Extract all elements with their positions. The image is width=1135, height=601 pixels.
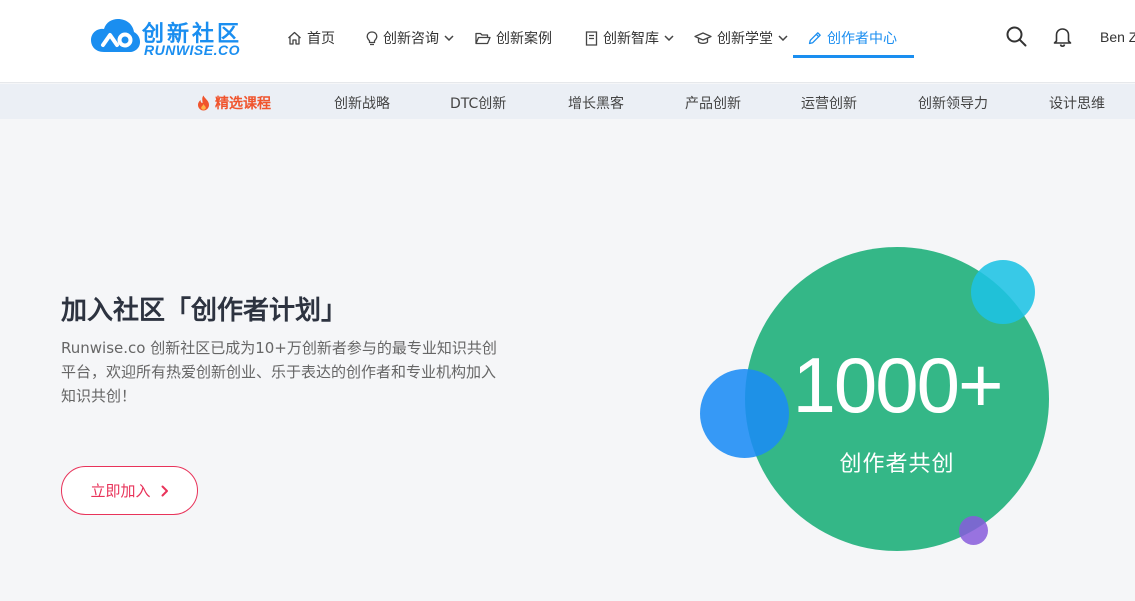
nav-item-label: 首页: [307, 31, 335, 47]
active-tab-indicator: [793, 55, 914, 58]
nav-item-label: 创新智库: [603, 31, 659, 47]
cloud-logo-icon: [91, 19, 140, 52]
fire-icon: [198, 95, 209, 111]
subnav-item-strategy[interactable]: 创新战略: [334, 93, 390, 113]
top-header: 创新社区 RUNWISE.CO 首页 创新咨询 创新案例 创新智库 创新学堂 创…: [0, 0, 1135, 83]
subnav-item-product[interactable]: 产品创新: [685, 93, 741, 113]
hero-title: 加入社区「创作者计划」: [61, 296, 348, 326]
home-icon: [288, 31, 301, 45]
nav-item-label: 创新案例: [496, 31, 552, 47]
decorative-purple-circle: [959, 516, 988, 545]
subnav-item-label: 精选课程: [215, 96, 271, 112]
folder-open-icon: [475, 32, 491, 44]
join-button[interactable]: 立即加入: [61, 466, 198, 515]
nav-item-academy[interactable]: 创新学堂: [694, 27, 788, 49]
subnav-item-growth-hacking[interactable]: 增长黑客: [568, 93, 624, 113]
course-subnav: 精选课程 创新战略 DTC创新 增长黑客 产品创新 运营创新 创新领导力 设计思…: [0, 84, 1135, 119]
subnav-item-design-thinking[interactable]: 设计思维: [1049, 93, 1105, 113]
nav-item-creator-center[interactable]: 创作者中心: [808, 27, 897, 49]
pencil-icon: [808, 32, 821, 45]
search-button[interactable]: [1006, 26, 1027, 52]
brand-name-en: RUNWISE.CO: [144, 42, 240, 58]
user-name[interactable]: Ben Z: [1100, 29, 1135, 45]
nav-item-cases[interactable]: 创新案例: [475, 27, 552, 49]
chevron-down-icon: [664, 35, 674, 41]
notifications-button[interactable]: [1053, 26, 1072, 52]
bell-icon: [1053, 28, 1072, 47]
subnav-item-leadership[interactable]: 创新领导力: [918, 93, 988, 113]
creator-count: 1000+: [792, 341, 1003, 429]
decorative-cyan-circle: [971, 260, 1035, 324]
lightbulb-icon: [366, 30, 378, 45]
join-button-label: 立即加入: [90, 482, 151, 500]
nav-item-label: 创作者中心: [827, 31, 897, 47]
nav-item-label: 创新学堂: [717, 31, 773, 47]
subnav-item-dtc[interactable]: DTC创新: [450, 93, 506, 113]
hero-description: Runwise.co 创新社区已成为10+万创新者参与的最专业知识共创平台，欢迎…: [61, 339, 497, 405]
nav-item-consulting[interactable]: 创新咨询: [366, 27, 454, 49]
graduation-cap-icon: [694, 31, 712, 44]
chevron-down-icon: [444, 35, 454, 41]
subnav-item-featured[interactable]: 精选课程: [197, 93, 271, 113]
search-icon: [1006, 26, 1027, 47]
subnav-item-operations[interactable]: 运营创新: [801, 93, 857, 113]
chevron-right-icon: [161, 485, 168, 496]
nav-item-label: 创新咨询: [383, 31, 439, 47]
nav-item-home[interactable]: 首页: [287, 27, 335, 49]
chevron-down-icon: [778, 35, 788, 41]
creator-count-label: 创作者共创: [839, 452, 955, 477]
book-icon: [585, 30, 598, 46]
nav-item-thinktank[interactable]: 创新智库: [585, 27, 674, 49]
